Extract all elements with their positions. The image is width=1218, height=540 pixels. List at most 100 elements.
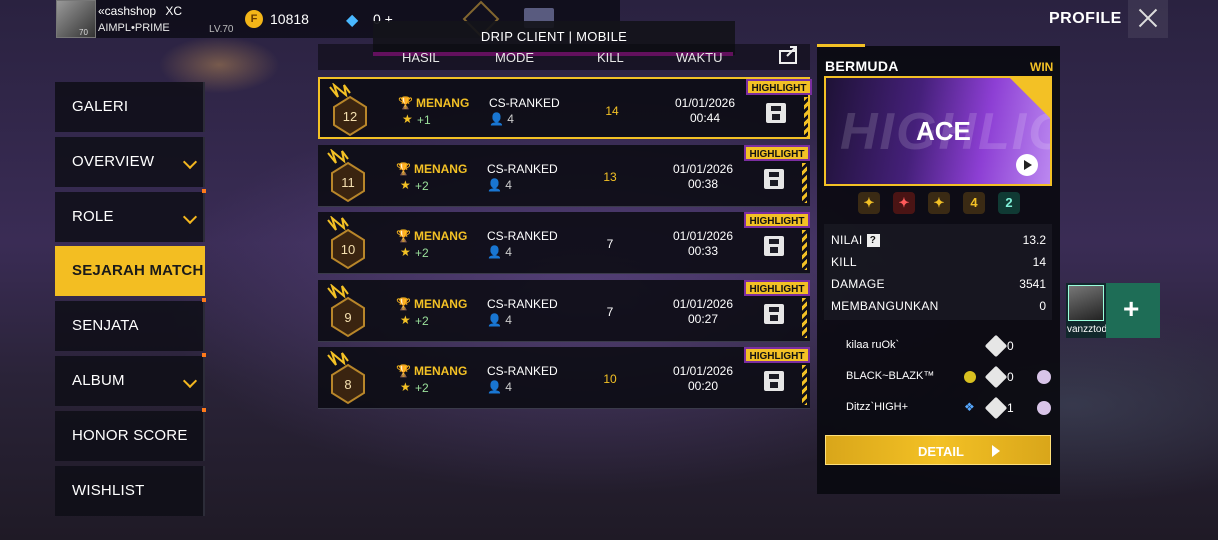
highlight-tag[interactable]: HIGHLIGHT xyxy=(744,145,810,161)
highlight-card[interactable]: HIGHLIGHT ACE xyxy=(824,76,1052,186)
rank-number: 11 xyxy=(341,175,355,190)
player-name-row: «cashshop XC xyxy=(98,4,182,18)
rank-number: 9 xyxy=(344,310,351,325)
rank-number: 12 xyxy=(343,109,357,124)
sidebar-item-wishlist[interactable]: WISHLIST xyxy=(55,466,205,516)
squad-size: 👤 4 xyxy=(487,245,512,259)
highlight-tag[interactable]: HIGHLIGHT xyxy=(744,212,810,228)
save-icon[interactable] xyxy=(764,169,784,189)
teammate-name[interactable]: kilaa ruOk` xyxy=(846,339,899,351)
match-time: 01/01/2026 00:27 xyxy=(672,297,734,326)
rank-badge-icon: 10 xyxy=(327,216,365,270)
stat-value-revive: 0 xyxy=(1039,299,1046,313)
sidebar-item-label: GALERI xyxy=(72,98,129,115)
save-icon[interactable] xyxy=(764,304,784,324)
kill-count: 7 xyxy=(606,305,614,319)
sidebar-item-galeri[interactable]: GALERI xyxy=(55,82,205,132)
notification-dot xyxy=(202,189,206,193)
match-row[interactable]: 12 🏆 MENANG ★ +1 CS-RANKED 👤 4 14 01/01/2026 00:4… xyxy=(318,77,812,139)
save-icon[interactable] xyxy=(764,371,784,391)
person-icon: 👤 xyxy=(487,380,502,394)
stat-label-damage: DAMAGE xyxy=(831,277,885,291)
rank-points: +2 xyxy=(415,246,429,260)
sidebar-item-album[interactable]: ALBUM xyxy=(55,353,206,406)
add-friend-icon[interactable] xyxy=(1037,370,1051,384)
close-button[interactable] xyxy=(1128,0,1168,38)
help-icon[interactable]: ? xyxy=(866,234,880,248)
star-icon: ★ xyxy=(402,112,413,126)
player-avatar[interactable]: 70 xyxy=(56,0,96,38)
rank-badge-icon: 12 xyxy=(329,83,367,137)
rank-number: 10 xyxy=(341,242,355,257)
match-time: 01/01/2026 00:38 xyxy=(672,162,734,191)
kill-count: 10 xyxy=(603,372,617,386)
teammate-name[interactable]: BLACK~BLAZK™ xyxy=(846,370,934,382)
stat-value-nilai: 13.2 xyxy=(1022,233,1046,247)
sidebar-item-label: ROLE xyxy=(72,208,114,225)
match-row[interactable]: 8 🏆 MENANG ★ +2 CS-RANKED 👤 4 10 01/01/2026 00:20… xyxy=(318,347,810,409)
save-icon[interactable] xyxy=(766,103,786,123)
gold-coin-icon: F xyxy=(245,10,263,28)
trophy-icon: 🏆 xyxy=(396,229,411,243)
play-icon[interactable] xyxy=(1016,154,1038,176)
rank-badge-icon: 8 xyxy=(327,351,365,405)
add-friend-button[interactable]: + xyxy=(1106,283,1160,338)
friend-avatar[interactable] xyxy=(1068,285,1104,321)
highlight-title: ACE xyxy=(916,116,971,146)
match-mode: CS-RANKED xyxy=(487,297,558,311)
guild-icon xyxy=(964,371,976,383)
trophy-icon: 🏆 xyxy=(398,96,413,110)
sidebar-item-label: SEJARAH MATCH xyxy=(72,262,204,279)
notification-dot xyxy=(202,298,206,302)
stat-value-damage: 3541 xyxy=(1019,277,1046,291)
detail-button[interactable]: DETAIL xyxy=(825,435,1051,465)
match-mode: CS-RANKED xyxy=(487,229,558,243)
medal-icon: ✦ xyxy=(893,192,915,214)
highlight-tag[interactable]: HIGHLIGHT xyxy=(744,347,810,363)
player-level: LV.70 xyxy=(209,24,234,35)
match-row[interactable]: 11 🏆 MENANG ★ +2 CS-RANKED 👤 4 13 01/01/2026 00:3… xyxy=(318,145,810,207)
diamond-icon: ◆ xyxy=(346,12,359,29)
medal-icon: ✦ xyxy=(928,192,950,214)
sidebar-item-overview[interactable]: OVERVIEW xyxy=(55,137,205,187)
match-time: 01/01/2026 00:20 xyxy=(672,364,734,393)
kill-count: 7 xyxy=(606,237,614,251)
teammate-value: 1 xyxy=(1007,401,1014,415)
highlight-corner xyxy=(1010,78,1050,118)
sidebar-item-honor-score[interactable]: HONOR SCORE xyxy=(55,408,206,461)
stat-value-kill: 14 xyxy=(1032,255,1046,269)
match-row[interactable]: 9 🏆 MENANG ★ +2 CS-RANKED 👤 4 7 01/01/2026 00:27 H… xyxy=(318,280,810,342)
trophy-icon: 🏆 xyxy=(396,162,411,176)
rank-badge-icon: 9 xyxy=(327,284,365,338)
star-icon: ★ xyxy=(400,178,411,192)
sidebar-item-senjata[interactable]: SENJATA xyxy=(55,298,206,351)
squad-size: 👤 4 xyxy=(487,380,512,394)
match-result: 🏆 MENANG xyxy=(396,364,467,378)
star-icon: ★ xyxy=(400,313,411,327)
play-arrow-icon xyxy=(992,445,1000,457)
column-header-result: HASIL xyxy=(402,50,440,65)
highlight-tag[interactable]: HIGHLIGHT xyxy=(744,280,810,296)
add-friend-icon[interactable] xyxy=(1037,401,1051,415)
squad-size: 👤 4 xyxy=(489,112,514,126)
match-result: 🏆 MENANG xyxy=(398,96,469,110)
teammate-name[interactable]: Ditzz`HIGH+ xyxy=(846,401,908,413)
sidebar-item-sejarah-match[interactable]: SEJARAH MATCH xyxy=(55,246,205,296)
result-label: MENANG xyxy=(413,162,468,176)
row-stripes xyxy=(802,230,807,270)
stat-label-nilai: NILAI? xyxy=(831,233,880,248)
highlight-tag[interactable]: HIGHLIGHT xyxy=(746,79,812,95)
rank-points: +2 xyxy=(415,314,429,328)
panel-accent-line xyxy=(817,44,865,47)
result-label: MENANG xyxy=(413,229,468,243)
sidebar-item-role[interactable]: ROLE xyxy=(55,189,206,242)
save-icon[interactable] xyxy=(764,236,784,256)
match-time: 01/01/2026 00:44 xyxy=(674,96,736,125)
share-icon[interactable] xyxy=(779,44,801,64)
row-stripes xyxy=(804,97,809,137)
match-result: 🏆 MENANG xyxy=(396,229,467,243)
match-row[interactable]: 10 🏆 MENANG ★ +2 CS-RANKED 👤 4 7 01/01/2026 00:33… xyxy=(318,212,810,274)
teammate-value: 0 xyxy=(1007,339,1014,353)
detail-button-label: DETAIL xyxy=(918,444,964,459)
star-icon: ★ xyxy=(400,380,411,394)
